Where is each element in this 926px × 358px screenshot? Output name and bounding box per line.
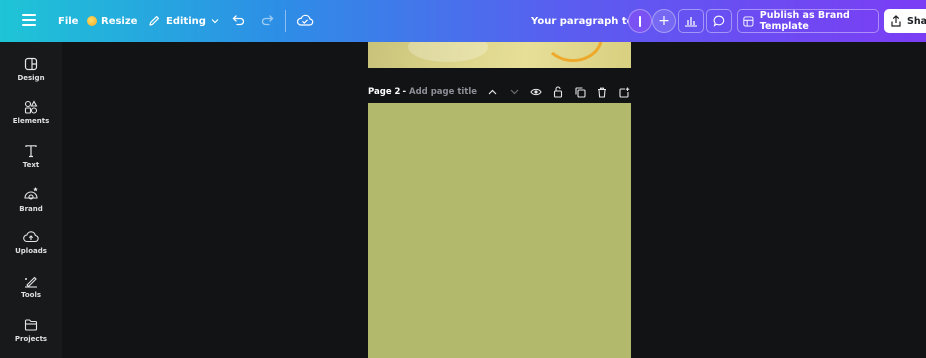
publish-label: Publish as Brand Template	[759, 10, 850, 32]
trash-icon	[598, 87, 606, 98]
template-icon	[743, 15, 754, 27]
sidebar-item-elements[interactable]: Elements	[0, 100, 62, 140]
text-icon	[25, 145, 37, 158]
editing-mode-dropdown[interactable]: Editing	[148, 0, 225, 42]
sidebar-item-label: Text	[22, 161, 40, 169]
sidebar-item-label: Brand	[19, 205, 43, 213]
editing-label: Editing	[166, 15, 206, 27]
page-2-header: Page 2 - Add page title	[368, 84, 632, 100]
projects-icon	[24, 319, 38, 331]
design-icon	[24, 57, 38, 71]
chevron-down-icon	[211, 19, 219, 24]
chevron-up-icon	[488, 89, 496, 95]
brand-icon	[24, 187, 38, 200]
share-icon	[891, 15, 901, 27]
hide-page-button[interactable]	[528, 84, 544, 100]
top-bar: File Resize Editing Your paragraph text …	[0, 0, 926, 42]
toolbar-divider	[285, 10, 286, 32]
elements-icon	[24, 100, 38, 114]
resize-label: Resize	[101, 15, 138, 27]
duplicate-page-button[interactable]	[572, 84, 588, 100]
comments-button[interactable]	[706, 9, 732, 33]
page-1-highlight	[408, 42, 488, 62]
publish-brand-template-button[interactable]: Publish as Brand Template	[737, 9, 879, 33]
sidebar-item-label: Design	[17, 74, 45, 82]
insights-button[interactable]	[678, 9, 704, 33]
resize-button[interactable]: Resize	[87, 0, 137, 42]
add-page-button[interactable]	[616, 84, 632, 100]
comment-icon	[713, 15, 725, 27]
undo-icon[interactable]	[232, 13, 246, 27]
add-page-title-input[interactable]: Add page title	[409, 87, 477, 97]
uploads-icon	[23, 231, 39, 243]
bar-chart-icon	[685, 17, 697, 27]
share-label: Sha	[907, 15, 926, 27]
left-sidebar: Design Elements Text Brand Uploads Tools…	[0, 42, 62, 358]
file-label: File	[58, 15, 79, 27]
menu-icon[interactable]	[22, 14, 36, 26]
sidebar-item-projects[interactable]: Projects	[0, 318, 62, 358]
sidebar-item-uploads[interactable]: Uploads	[0, 230, 62, 270]
lock-page-button[interactable]	[550, 84, 566, 100]
page-1-canvas[interactable]	[368, 42, 631, 68]
sidebar-item-brand[interactable]: Brand	[0, 186, 62, 226]
sidebar-item-label: Projects	[14, 335, 48, 343]
move-page-up-button[interactable]	[484, 84, 500, 100]
page-1-graphic	[543, 42, 603, 62]
crown-dot-icon	[87, 16, 97, 26]
delete-page-button[interactable]	[594, 84, 610, 100]
add-collaborator-button[interactable]: +	[652, 9, 676, 33]
sidebar-item-tools[interactable]: Tools	[0, 274, 62, 314]
move-page-down-button[interactable]	[506, 84, 522, 100]
sidebar-item-label: Uploads	[15, 247, 47, 255]
page-title-separator: -	[402, 87, 406, 97]
collaborator-avatar[interactable]	[628, 9, 652, 33]
redo-icon[interactable]	[260, 13, 274, 27]
page-actions	[484, 84, 638, 100]
add-page-icon	[618, 87, 629, 98]
cloud-saved-icon[interactable]	[296, 12, 314, 28]
sidebar-item-text[interactable]: Text	[0, 144, 62, 184]
sidebar-item-label: Elements	[12, 117, 50, 125]
tools-icon	[25, 276, 37, 288]
file-menu[interactable]: File	[58, 0, 78, 42]
lock-icon	[553, 86, 563, 98]
chevron-down-icon	[510, 89, 518, 95]
pencil-icon	[149, 16, 159, 26]
sidebar-item-design[interactable]: Design	[0, 57, 62, 97]
page-number-label: Page 2	[368, 87, 401, 97]
share-button[interactable]: Sha	[884, 9, 926, 33]
sidebar-item-label: Tools	[20, 291, 42, 299]
duplicate-icon	[574, 86, 586, 98]
eye-icon	[530, 88, 542, 96]
page-2-canvas[interactable]	[368, 103, 631, 358]
